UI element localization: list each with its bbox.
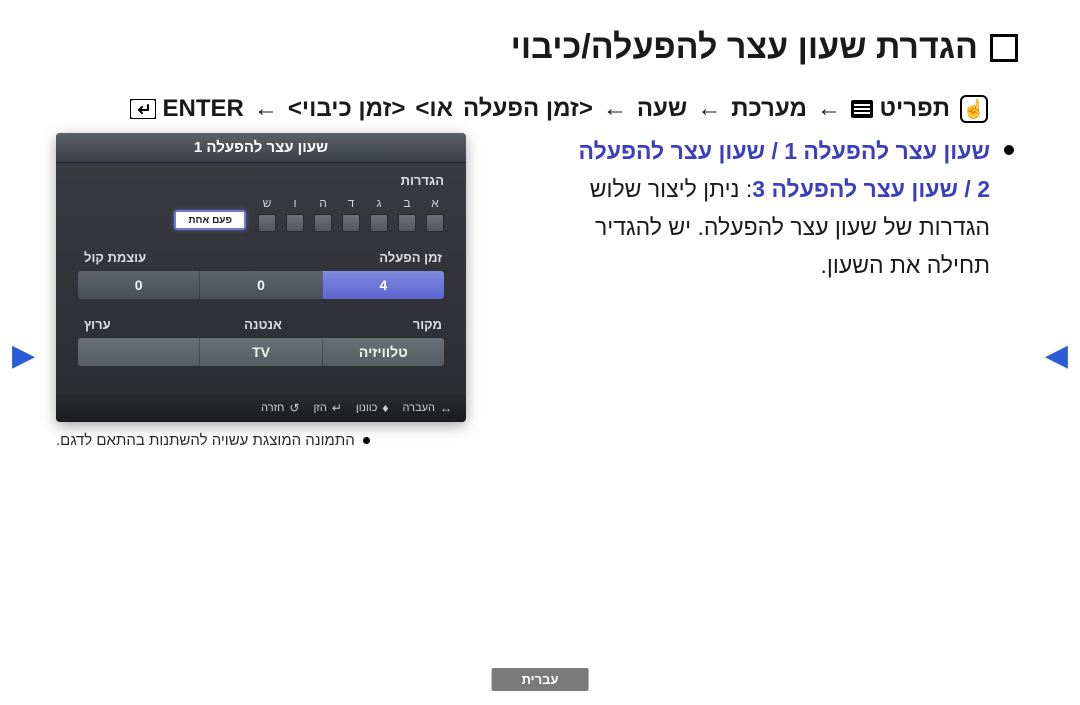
angle-open-2: <	[391, 95, 405, 122]
footer-move-label: העברה	[403, 402, 435, 414]
footer-adjust-label: כוונון	[356, 402, 377, 414]
day-label: ש	[263, 196, 272, 210]
language-pill: עברית	[492, 668, 589, 691]
source-value-row: טלוויזיה TV	[78, 338, 444, 366]
day-label: א	[431, 196, 439, 210]
day-label: ד	[348, 196, 355, 210]
day-label: ו	[293, 196, 296, 210]
time-min-cell[interactable]: 0	[199, 271, 321, 299]
caption-row: התמונה המוצגת עשויה להשתנות בהתאם לדגם.	[56, 432, 466, 449]
move-icon: ↔	[440, 401, 452, 415]
day-checkbox[interactable]	[286, 214, 304, 232]
angle-open-1: <	[579, 95, 593, 122]
bc-menu-label: תפריט	[880, 95, 950, 122]
footer-enter: ↵ הזן	[313, 401, 341, 415]
day-label: ה	[319, 196, 327, 210]
label-volume: עוצמת קול	[80, 250, 203, 265]
bc-off-time: זמן כיבוי	[302, 95, 392, 122]
bc-or: או	[429, 95, 453, 122]
dialog-header: שעון עצר להפעלה 1	[56, 133, 466, 163]
breadcrumb: ☝ תפריט ← מערכת ← שעה ← <זמן הפעלה או> <…	[56, 95, 1024, 123]
time-hour-cell[interactable]: 4	[322, 271, 444, 299]
footer-return: ↺ חזרה	[261, 401, 299, 415]
bullet-icon	[1004, 145, 1014, 155]
bc-arrow-4: ←	[254, 95, 278, 123]
footer-adjust: ♦ כוונון	[356, 401, 389, 415]
nav-next-arrow[interactable]: ▶	[12, 338, 35, 373]
bc-enter: ENTER	[163, 95, 244, 122]
source-row-labels: מקור אנטנה ערוץ	[78, 317, 444, 332]
caption-bullet-icon	[363, 437, 370, 444]
volume-cell[interactable]: 0	[78, 271, 199, 299]
angle-close-1: >	[415, 95, 429, 122]
bc-arrow-3: ←	[603, 95, 627, 123]
bc-arrow-2: ←	[697, 95, 721, 123]
emph-line-1: שעון עצר להפעלה 1 / שעון עצר להפעלה	[579, 138, 990, 164]
settings-label: הגדרות	[78, 173, 444, 188]
footer-return-label: חזרה	[261, 402, 284, 414]
adjust-icon: ♦	[382, 401, 388, 415]
day-checkbox[interactable]	[342, 214, 360, 232]
label-antenna: אנטנה	[203, 317, 322, 332]
nav-prev-arrow[interactable]: ◀	[1045, 338, 1068, 373]
bc-menu: תפריט	[851, 95, 950, 123]
plain-line-3: הגדרות של שעון עצר להפעלה. יש להגדיר	[595, 214, 990, 240]
footer-enter-label: הזן	[313, 402, 326, 414]
bc-or-group: או>	[415, 95, 453, 123]
page-title-row: הגדרת שעון עצר להפעלה/כיבוי	[56, 28, 1024, 67]
channel-cell[interactable]	[78, 338, 199, 366]
bc-on-time: זמן הפעלה	[463, 95, 579, 122]
enter-small-icon: ↵	[332, 401, 342, 415]
day-checkbox[interactable]	[314, 214, 332, 232]
source-cell[interactable]: טלוויזיה	[322, 338, 444, 366]
bc-ontime-group: <זמן הפעלה	[463, 95, 593, 123]
menu-icon	[851, 100, 873, 118]
bc-offtime-group: <זמן כיבוי>	[288, 95, 406, 123]
enter-icon	[130, 99, 156, 119]
day-checkbox[interactable]	[426, 214, 444, 232]
plain-line-4: תחילה את השעון.	[820, 252, 990, 278]
bc-enter-group: ENTER	[130, 95, 244, 123]
settings-dialog: שעון עצר להפעלה 1 הגדרות א ב ג ד ה ו ש	[56, 133, 466, 422]
label-blank	[203, 250, 322, 265]
day-label: ב	[403, 196, 410, 210]
finger-icon: ☝	[960, 95, 988, 123]
return-icon: ↺	[289, 401, 299, 415]
dialog-footer: ↔ העברה ♦ כוונון ↵ הזן ↺ חזרה	[56, 394, 466, 422]
day-checkbox[interactable]	[370, 214, 388, 232]
page-title: הגדרת שעון עצר להפעלה/כיבוי	[511, 28, 978, 67]
plain-line-2: : ניתן ליצור שלוש	[590, 176, 753, 202]
antenna-cell[interactable]: TV	[199, 338, 321, 366]
time-row-labels: זמן הפעלה עוצמת קול	[78, 250, 444, 265]
title-checkbox-icon	[990, 34, 1018, 62]
label-channel: ערוץ	[80, 317, 203, 332]
caption-text: התמונה המוצגת עשויה להשתנות בהתאם לדגם.	[56, 432, 355, 449]
angle-close-2: >	[288, 95, 302, 122]
label-on-time: זמן הפעלה	[323, 250, 442, 265]
day-checkbox[interactable]	[398, 214, 416, 232]
description-text: שעון עצר להפעלה 1 / שעון עצר להפעלה 2 / …	[490, 133, 1024, 285]
bc-system: מערכת	[731, 95, 807, 123]
days-grid: א ב ג ד ה ו ש	[258, 196, 444, 232]
footer-move: ↔ העברה	[403, 401, 452, 415]
bc-arrow-1: ←	[817, 95, 841, 123]
bc-time: שעה	[637, 95, 687, 123]
day-label: ג	[376, 196, 381, 210]
day-checkbox[interactable]	[258, 214, 276, 232]
label-source: מקור	[323, 317, 442, 332]
emph-line-2: 2 / שעון עצר להפעלה 3	[752, 176, 990, 202]
time-value-row: 4 0 0	[78, 271, 444, 299]
once-button[interactable]: פעם אחת	[174, 210, 246, 230]
